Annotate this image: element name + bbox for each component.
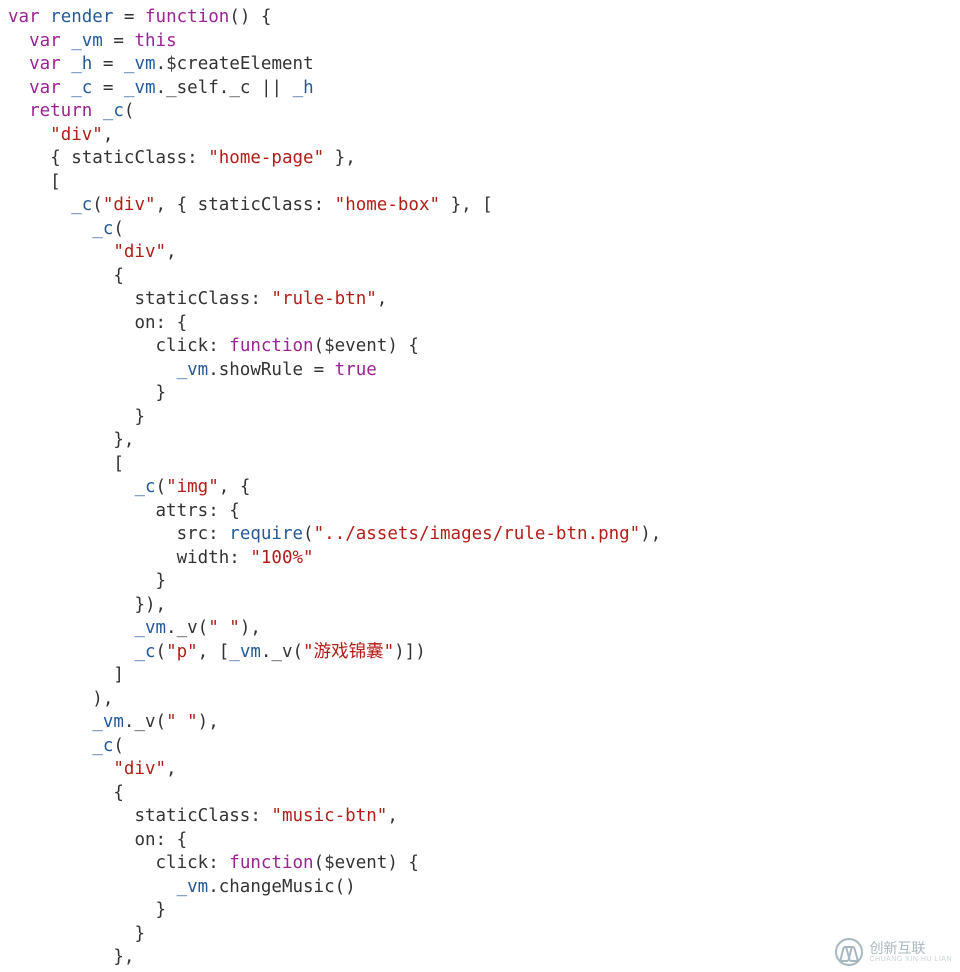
keyword-true: true: [335, 360, 377, 380]
keyword-return: return: [29, 101, 92, 121]
ident-render: render: [50, 7, 113, 27]
keyword-function: function: [145, 7, 229, 27]
keyword-var: var: [8, 7, 40, 27]
keyword-this: this: [134, 31, 176, 51]
watermark-text: 创新互联 CHUANG XIN HU LIAN: [869, 941, 952, 963]
watermark: 创新互联 CHUANG XIN HU LIAN: [835, 938, 952, 966]
watermark-logo-icon: [835, 938, 863, 966]
code-block: var render = function() { var _vm = this…: [0, 0, 960, 972]
